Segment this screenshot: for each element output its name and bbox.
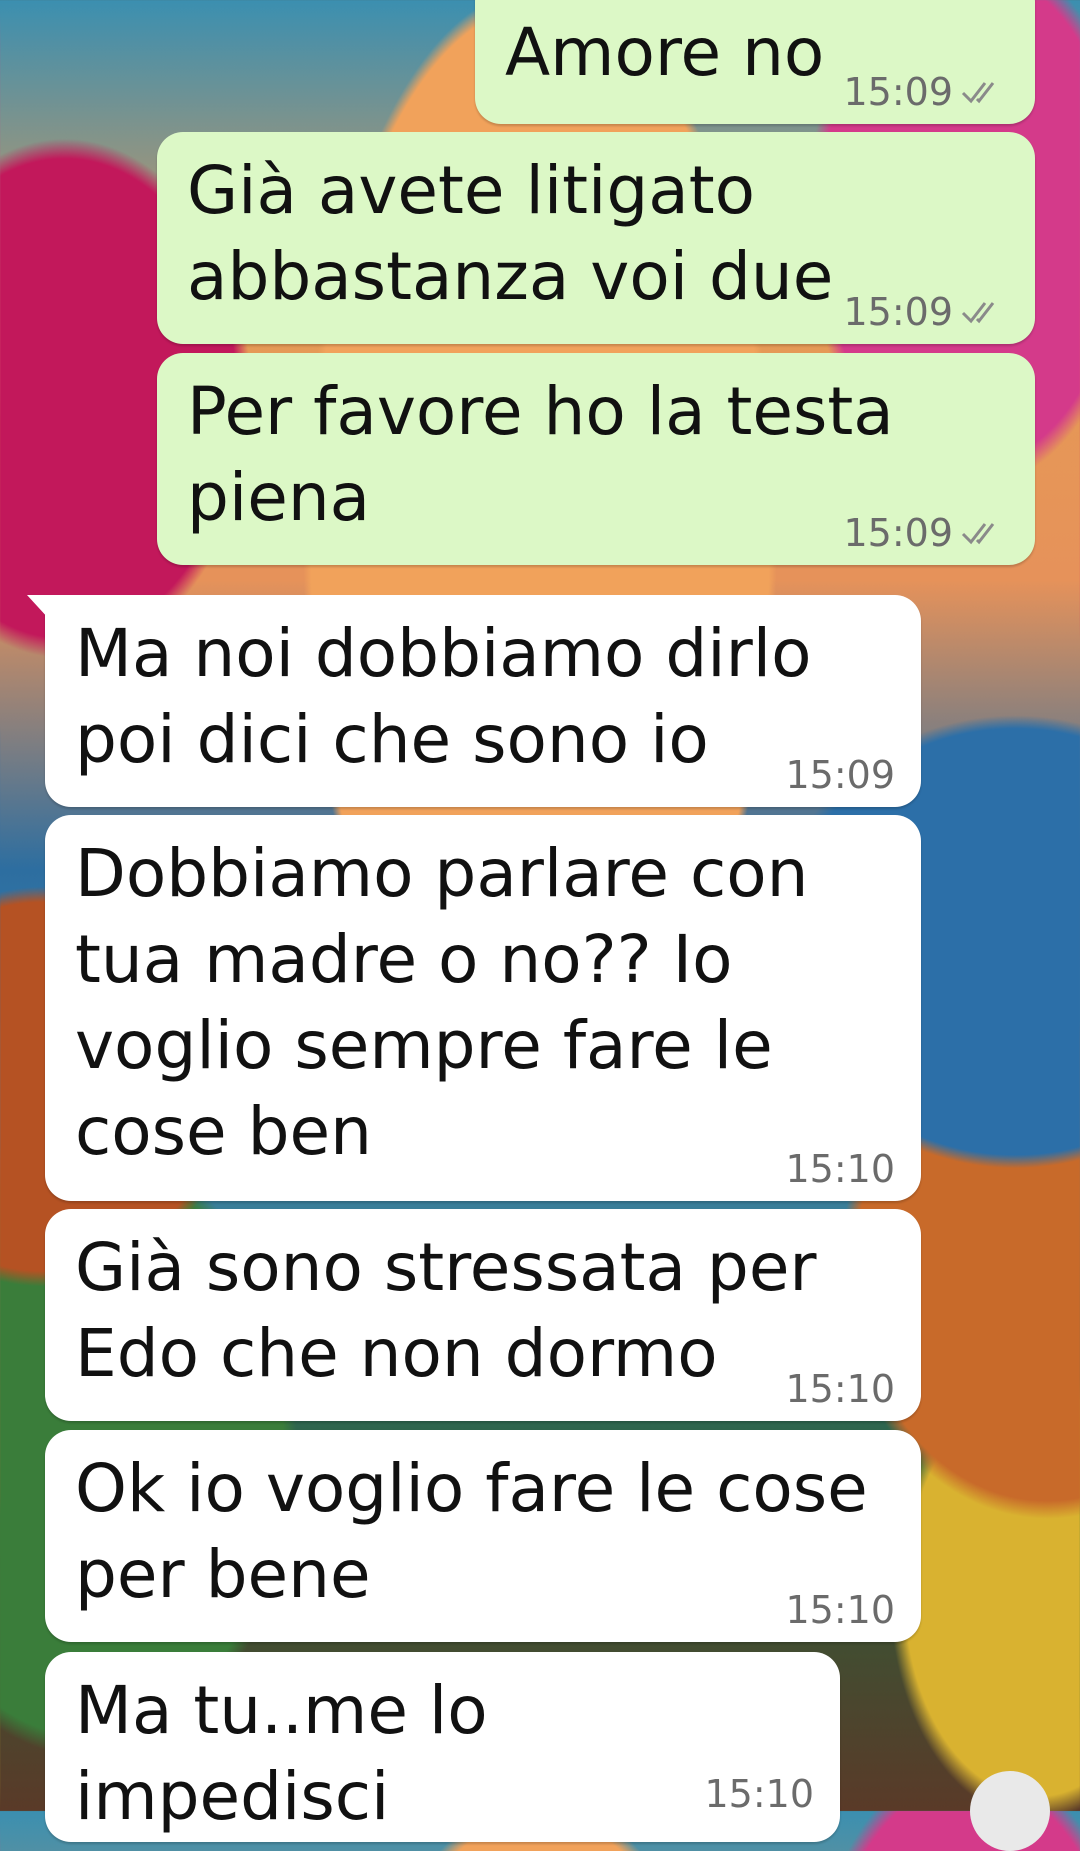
- message-outgoing[interactable]: Già avete litigato abbastanza voi due 15…: [157, 132, 1035, 344]
- message-incoming[interactable]: Dobbiamo parlare con tua madre o no?? Io…: [45, 815, 921, 1201]
- message-text: Ma noi dobbiamo dirlo poi dici che sono …: [75, 615, 812, 778]
- message-incoming[interactable]: Ok io voglio fare le cose per bene 15:10: [45, 1430, 921, 1642]
- message-time: 15:09: [785, 753, 895, 797]
- message-outgoing[interactable]: Per favore ho la testa piena 15:09: [157, 353, 1035, 565]
- message-time: 15:10: [785, 1147, 895, 1191]
- message-meta: 15:10: [704, 1772, 814, 1816]
- read-double-check-icon: [961, 82, 995, 104]
- message-incoming[interactable]: Già sono stressata per Edo che non dormo…: [45, 1209, 921, 1421]
- message-meta: 15:09: [843, 290, 1009, 334]
- message-outgoing[interactable]: Amore no 15:09: [475, 0, 1035, 124]
- chat-background: Amore no 15:09 Già avete litigato abbast…: [0, 0, 1080, 1851]
- message-meta: 15:09: [843, 70, 1009, 114]
- message-text: Ok io voglio fare le cose per bene: [75, 1450, 868, 1613]
- read-double-check-icon: [961, 523, 995, 545]
- message-text: Dobbiamo parlare con tua madre o no?? Io…: [75, 835, 809, 1170]
- scroll-down-button[interactable]: [970, 1771, 1050, 1851]
- message-meta: 15:10: [785, 1147, 895, 1191]
- read-double-check-icon: [961, 302, 995, 324]
- message-meta: 15:09: [843, 511, 1009, 555]
- message-meta: 15:09: [785, 753, 895, 797]
- message-meta: 15:10: [785, 1367, 895, 1411]
- message-text: Già sono stressata per Edo che non dormo: [75, 1229, 817, 1392]
- message-incoming[interactable]: Ma noi dobbiamo dirlo poi dici che sono …: [27, 595, 921, 807]
- message-meta: 15:10: [785, 1588, 895, 1632]
- message-time: 15:10: [704, 1772, 814, 1816]
- message-time: 15:09: [843, 290, 953, 334]
- message-text: Ma tu..me lo impedisci: [75, 1672, 509, 1835]
- message-incoming[interactable]: Ma tu..me lo impedisci 15:10: [45, 1652, 840, 1842]
- message-time: 15:09: [843, 511, 953, 555]
- message-time: 15:10: [785, 1588, 895, 1632]
- message-time: 15:10: [785, 1367, 895, 1411]
- message-time: 15:09: [843, 70, 953, 114]
